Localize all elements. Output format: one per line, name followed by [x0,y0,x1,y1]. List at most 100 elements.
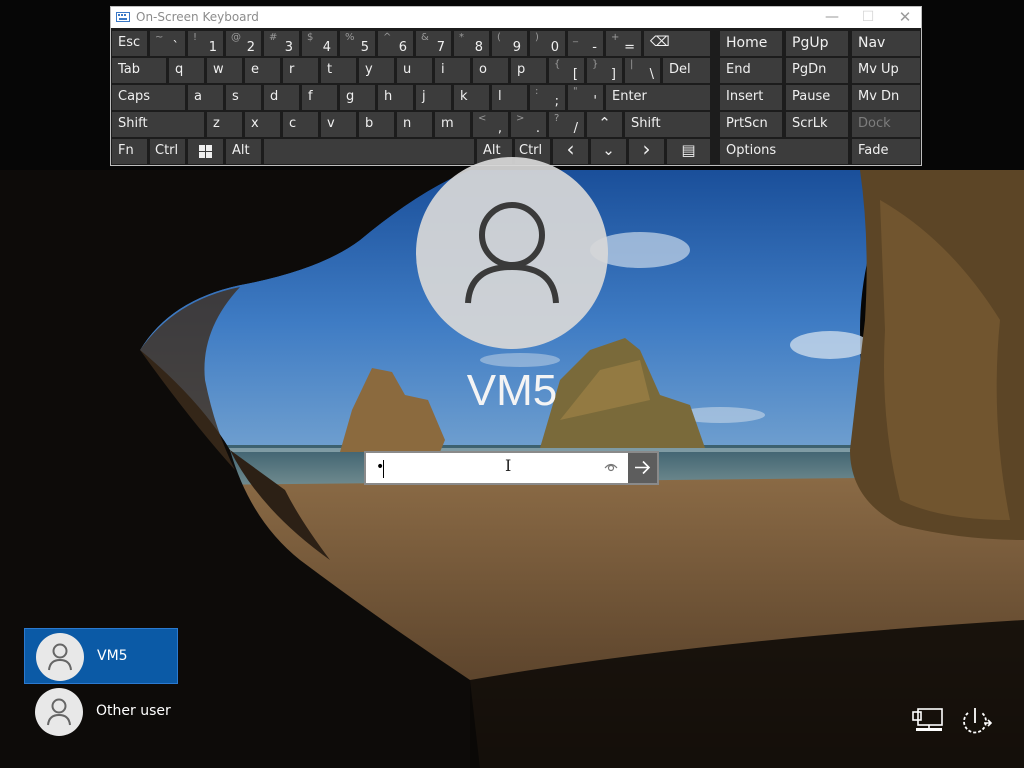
key-down-arrow[interactable]: ⌄ [591,139,626,164]
key-pgup[interactable]: PgUp [786,31,848,56]
menu-icon: ▤ [681,141,696,159]
key-space[interactable] [264,139,474,164]
key-shift-left[interactable]: Shift [112,112,204,137]
key-3[interactable]: #3 [264,31,299,56]
key-n[interactable]: n [397,112,432,137]
key-h[interactable]: h [378,85,413,110]
maximize-button[interactable]: ☐ [849,7,887,28]
key-alt-left[interactable]: Alt [226,139,261,164]
key-mv-up[interactable]: Mv Up [852,58,920,83]
key-end[interactable]: End [720,58,782,83]
key-ctrl-left[interactable]: Ctrl [150,139,185,164]
key-z[interactable]: z [207,112,242,137]
key-i[interactable]: i [435,58,470,83]
key-p[interactable]: p [511,58,546,83]
key-options[interactable]: Options [720,139,848,164]
key-w[interactable]: w [207,58,242,83]
key-5[interactable]: % 5 [340,31,375,56]
key-backspace[interactable]: ⌫ [644,31,710,56]
key-right-arrow[interactable]: › [629,137,664,164]
key-nav[interactable]: Nav [852,31,920,56]
key-prtscn[interactable]: PrtScn [720,112,782,137]
eye-icon[interactable] [604,461,618,473]
key-fade[interactable]: Fade [852,139,920,164]
key-home[interactable]: Home [720,31,782,56]
key-quote[interactable]: " ' [568,85,603,110]
password-field[interactable]: • I [364,451,659,485]
key-enter[interactable]: Enter [606,85,710,110]
key-f[interactable]: f [302,85,337,110]
key-1[interactable]: ! 1 [188,31,223,56]
key-left-arrow[interactable]: ‹ [553,137,588,164]
key-0[interactable]: ) 0 [530,31,565,56]
key-right-bracket[interactable]: }] [587,58,622,83]
key-2[interactable]: @2 [226,31,261,56]
key-q[interactable]: q [169,58,204,83]
key-minus[interactable]: _ - [568,31,603,56]
key-a[interactable]: a [188,85,223,110]
key-caps[interactable]: Caps [112,85,185,110]
person-icon [465,202,559,304]
key-9[interactable]: (9 [492,31,527,56]
key-o[interactable]: o [473,58,508,83]
key-b[interactable]: b [359,112,394,137]
key-shift-right[interactable]: Shift [625,112,710,137]
key-fn[interactable]: Fn [112,139,147,164]
key-m[interactable]: m [435,112,470,137]
key-backslash[interactable]: | \ [625,58,660,83]
key-d[interactable]: d [264,85,299,110]
key-grid: Esc ~ ` ! 1 @2 #3 $4 % 5 ^ 6 & 7 * 8 (9 ) 0 _ - … [111,29,921,165]
key-semicolon[interactable]: :; [530,85,565,110]
key-7[interactable]: & 7 [416,31,451,56]
key-backtick[interactable]: ~ ` [150,31,185,56]
key-v[interactable]: v [321,112,356,137]
key-pgdn[interactable]: PgDn [786,58,848,83]
key-t[interactable]: t [321,58,356,83]
key-8[interactable]: * 8 [454,31,489,56]
key-mv-dn[interactable]: Mv Dn [852,85,920,110]
user-name: VM5 [97,648,128,664]
chevron-up-icon: ⌃ [598,114,611,132]
key-x[interactable]: x [245,112,280,137]
key-k[interactable]: k [454,85,489,110]
key-g[interactable]: g [340,85,375,110]
arrow-right-icon [635,460,651,475]
person-icon [47,698,71,726]
windows-logo-icon [199,145,212,158]
key-del[interactable]: Del [663,58,710,83]
power-icon[interactable] [958,706,992,738]
key-c[interactable]: c [283,112,318,137]
key-comma[interactable]: <, [473,112,508,137]
username-label: VM5 [466,366,558,415]
key-up-arrow[interactable]: ⌃ [587,112,622,137]
key-dock[interactable]: Dock [852,112,920,137]
close-button[interactable]: ✕ [886,7,924,28]
key-u[interactable]: u [397,58,432,83]
key-y[interactable]: y [359,58,394,83]
key-r[interactable]: r [283,58,318,83]
key-e[interactable]: e [245,58,280,83]
key-left-bracket[interactable]: {[ [549,58,584,83]
key-insert[interactable]: Insert [720,85,782,110]
key-j[interactable]: j [416,85,451,110]
user-tile-vm5[interactable]: VM5 [24,628,178,684]
key-period[interactable]: >. [511,112,546,137]
key-equals[interactable]: + = [606,31,641,56]
submit-button[interactable] [628,453,657,483]
key-s[interactable]: s [226,85,261,110]
key-tab[interactable]: Tab [112,58,166,83]
network-icon[interactable] [912,706,944,736]
key-pause[interactable]: Pause [786,85,848,110]
key-scrlk[interactable]: ScrLk [786,112,848,137]
key-6[interactable]: ^ 6 [378,31,413,56]
user-tile-other-user[interactable]: Other user [24,684,178,740]
key-l[interactable]: l [492,85,527,110]
chevron-down-icon: ⌄ [602,141,615,159]
key-slash[interactable]: ? / [549,112,584,137]
key-context-menu[interactable]: ▤ [667,139,710,164]
key-4[interactable]: $4 [302,31,337,56]
minimize-button[interactable]: — [813,7,851,28]
osk-title-bar[interactable]: On-Screen Keyboard — ☐ ✕ [111,7,921,28]
key-windows[interactable] [188,139,223,164]
key-esc[interactable]: Esc [112,31,147,56]
